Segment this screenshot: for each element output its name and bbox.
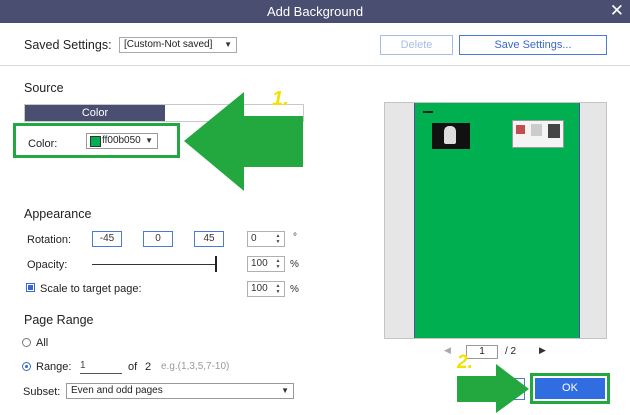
- ok-highlight-box: OK: [530, 373, 610, 404]
- opacity-label: Opacity:: [27, 259, 68, 271]
- subset-label: Subset:: [23, 386, 61, 398]
- step-2-label: 2.: [457, 352, 473, 373]
- saved-settings-dropdown[interactable]: [Custom-Not saved] ▼: [119, 37, 237, 53]
- opacity-input[interactable]: 100 ▲ ▼: [247, 256, 285, 272]
- rotation-unit: °: [293, 232, 297, 243]
- delete-button[interactable]: Delete: [380, 35, 453, 55]
- rotation-45-button[interactable]: 45: [194, 231, 224, 247]
- scale-input[interactable]: 100 ▲ ▼: [247, 281, 285, 297]
- rotation-minus45-button[interactable]: -45: [92, 231, 122, 247]
- spin-down-icon[interactable]: ▼: [273, 239, 283, 245]
- window-title: Add Background: [266, 4, 364, 19]
- rotation-label: Rotation:: [27, 234, 72, 246]
- color-label: Color:: [28, 138, 58, 150]
- color-swatch: [90, 136, 101, 147]
- appearance-heading: Appearance: [24, 207, 92, 221]
- scale-label: Scale to target page:: [40, 283, 142, 295]
- opacity-value: 100: [251, 258, 268, 269]
- preview-panel: [384, 102, 607, 339]
- prev-page-icon[interactable]: ◀: [444, 345, 451, 356]
- range-hint: e.g.(1,3,5,7-10): [161, 361, 230, 372]
- subset-value: Even and odd pages: [71, 385, 163, 396]
- close-icon[interactable]: ✕: [610, 1, 624, 21]
- rotation-0-button[interactable]: 0: [143, 231, 173, 247]
- source-heading: Source: [24, 81, 64, 95]
- opacity-slider-thumb[interactable]: [215, 256, 217, 272]
- saved-settings-label: Saved Settings:: [24, 38, 112, 52]
- all-radio[interactable]: [22, 338, 31, 347]
- range-input[interactable]: 1: [80, 359, 122, 374]
- subset-dropdown[interactable]: Even and odd pages ▼: [66, 383, 294, 399]
- chevron-down-icon: ▼: [281, 386, 289, 395]
- scale-unit: %: [290, 284, 299, 295]
- scale-value: 100: [251, 283, 268, 294]
- color-picker[interactable]: ff00b050 ▼: [86, 133, 158, 149]
- rotation-input[interactable]: 0 ▲ ▼: [247, 231, 285, 247]
- all-label: All: [36, 337, 49, 349]
- total-pages: 2: [145, 361, 152, 373]
- title-bar: Add Background ✕: [0, 0, 630, 23]
- save-settings-button[interactable]: Save Settings...: [459, 35, 607, 55]
- page-range-heading: Page Range: [24, 313, 94, 327]
- rotation-value: 0: [251, 233, 257, 244]
- chevron-down-icon: ▼: [145, 136, 153, 145]
- range-radio[interactable]: [22, 362, 31, 371]
- spin-down-icon[interactable]: ▼: [273, 289, 283, 295]
- scale-checkbox[interactable]: [26, 283, 35, 292]
- preview-figure: [444, 126, 456, 144]
- radio-dot-icon: [25, 365, 28, 368]
- preview-thumb-dark: [548, 124, 560, 138]
- tab-color[interactable]: Color: [25, 105, 165, 121]
- page-total: / 2: [505, 346, 517, 357]
- preview-page: [414, 103, 580, 338]
- opacity-unit: %: [290, 259, 299, 270]
- color-highlight-box: Color: ff00b050 ▼: [13, 123, 180, 158]
- step-1-label: 1.: [272, 88, 289, 110]
- next-page-icon[interactable]: ▶: [539, 345, 546, 356]
- opacity-slider[interactable]: [92, 264, 217, 265]
- chevron-down-icon: ▼: [224, 40, 232, 49]
- preview-thumb-red: [516, 125, 525, 134]
- spin-down-icon[interactable]: ▼: [273, 264, 283, 270]
- preview-page-text: [423, 111, 433, 113]
- preview-image-right: [512, 120, 564, 148]
- ok-button[interactable]: OK: [535, 378, 605, 399]
- divider: [0, 65, 630, 66]
- range-label: Range:: [36, 361, 72, 373]
- color-value: ff00b050: [102, 135, 141, 146]
- preview-thumb-gray: [531, 124, 542, 136]
- saved-settings-value: [Custom-Not saved]: [124, 39, 213, 50]
- of-label: of: [128, 361, 138, 373]
- preview-image-left: [432, 123, 470, 149]
- checkbox-check-icon: [28, 285, 33, 290]
